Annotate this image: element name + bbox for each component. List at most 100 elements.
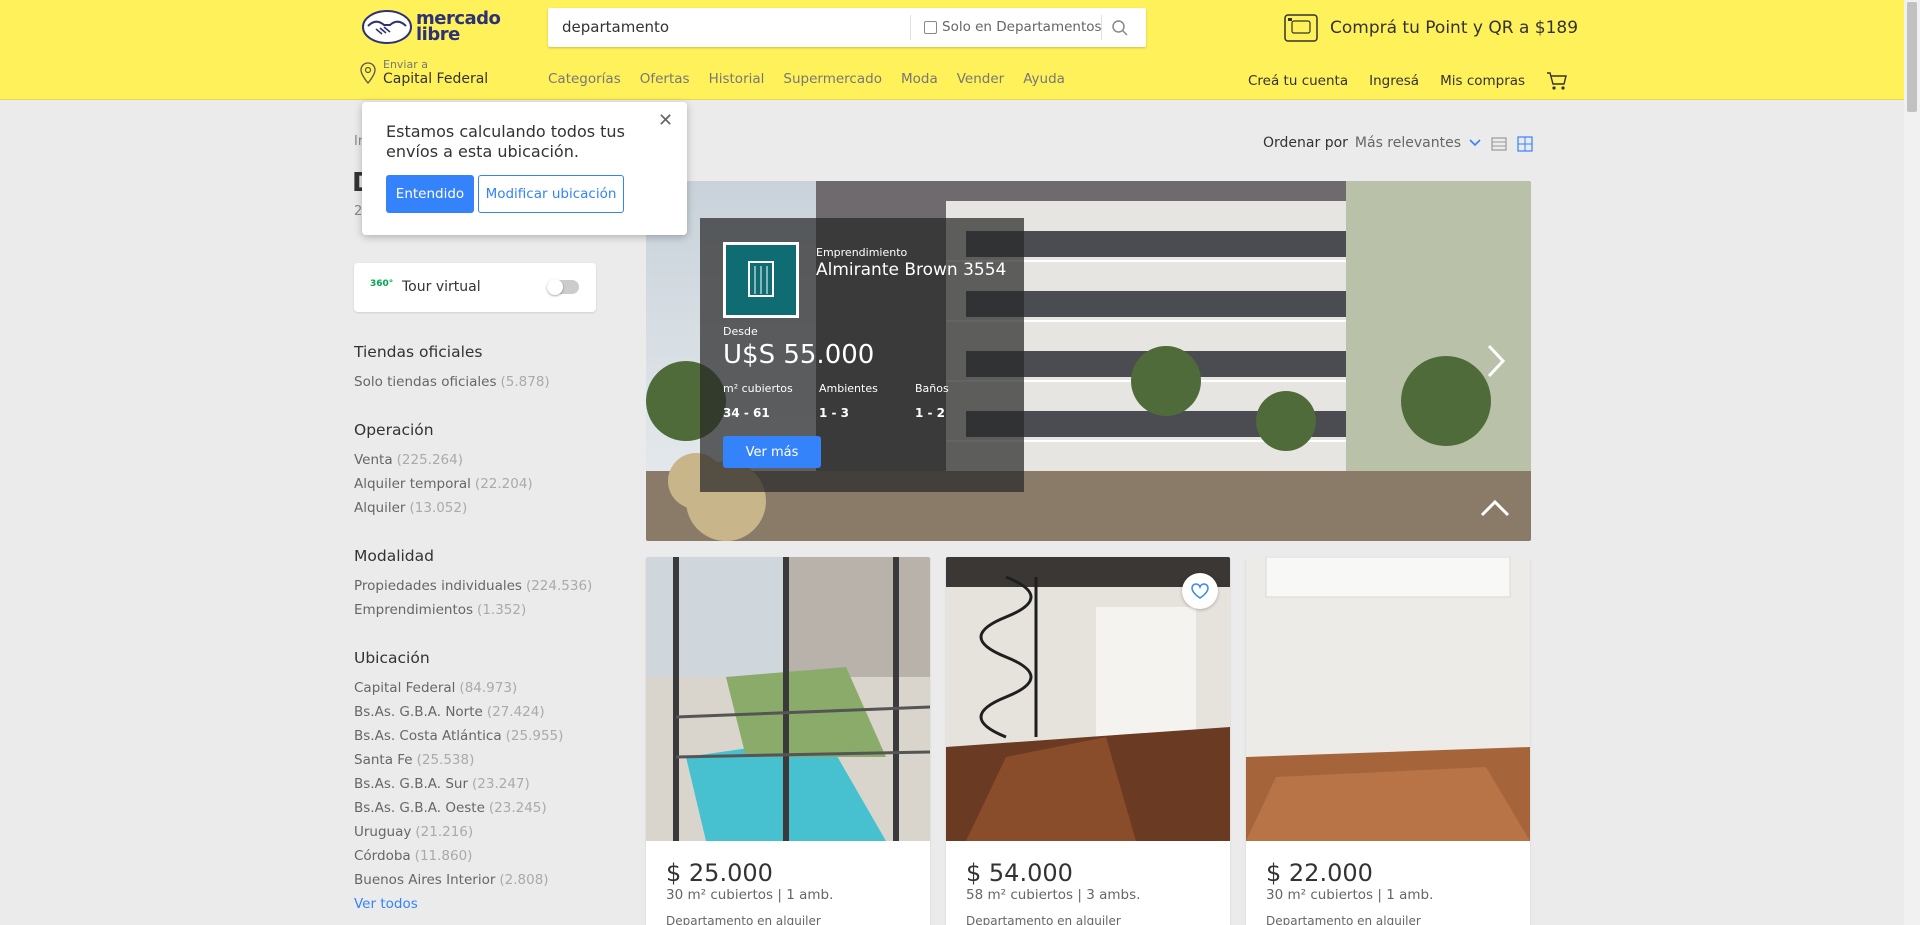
modify-location-button[interactable]: Modificar ubicación bbox=[478, 175, 624, 213]
nav-categorias[interactable]: Categorías bbox=[548, 71, 621, 87]
close-icon[interactable]: ✕ bbox=[658, 110, 673, 131]
filter-item[interactable]: Emprendimientos (1.352) bbox=[354, 598, 592, 622]
divider bbox=[1101, 15, 1102, 40]
development-name[interactable]: Almirante Brown 3554 bbox=[816, 260, 1006, 280]
filter-item[interactable]: Bs.As. G.B.A. Oeste (23.245) bbox=[354, 796, 563, 820]
filter-item-count: (25.955) bbox=[505, 728, 564, 744]
filter-item[interactable]: Bs.As. G.B.A. Sur (23.247) bbox=[354, 772, 563, 796]
filter-item-label[interactable]: Capital Federal bbox=[354, 680, 455, 696]
chevron-up-icon[interactable] bbox=[1480, 499, 1510, 517]
sort-value[interactable]: Más relevantes bbox=[1355, 135, 1461, 151]
brand-wordmark: mercado libre bbox=[416, 8, 501, 45]
filter-item-count: (22.204) bbox=[474, 476, 533, 492]
listing-card[interactable]: $ 25.000 30 m² cubiertos | 1 amb. Depart… bbox=[646, 557, 930, 925]
sort-control[interactable]: Ordenar por Más relevantes bbox=[1263, 135, 1481, 151]
listing-photo bbox=[1246, 557, 1530, 841]
location-value[interactable]: Capital Federal bbox=[383, 71, 488, 87]
filter-group-title: Ubicación bbox=[354, 649, 430, 667]
nav-historial[interactable]: Historial bbox=[709, 71, 765, 87]
filter-item-label[interactable]: Bs.As. G.B.A. Sur bbox=[354, 776, 468, 792]
sort-label: Ordenar por bbox=[1263, 135, 1348, 151]
filter-item-label[interactable]: Emprendimientos bbox=[354, 602, 473, 618]
filter-item[interactable]: Córdoba (11.860) bbox=[354, 844, 563, 868]
virtual-tour-filter[interactable]: 360° Tour virtual bbox=[354, 263, 596, 312]
filter-item-count: (5.878) bbox=[500, 374, 550, 390]
cart-icon[interactable] bbox=[1546, 71, 1568, 91]
nav-vender[interactable]: Vender bbox=[957, 71, 1004, 87]
filter-item-count: (21.216) bbox=[415, 824, 474, 840]
filter-item-label[interactable]: Venta bbox=[354, 452, 393, 468]
chevron-right-icon[interactable] bbox=[1486, 344, 1506, 378]
listing-rooms: 3 ambs. bbox=[1086, 887, 1141, 903]
promo-banner[interactable]: Comprá tu Point y QR a $189 bbox=[1284, 13, 1578, 43]
listing-price: $ 22.000 bbox=[1266, 859, 1373, 887]
filter-item-count: (2.808) bbox=[499, 872, 549, 888]
filter-item-label[interactable]: Solo tiendas oficiales bbox=[354, 374, 497, 390]
development-kind: Emprendimiento bbox=[816, 246, 908, 259]
filter-item-label[interactable]: Buenos Aires Interior bbox=[354, 872, 495, 888]
chevron-down-icon[interactable] bbox=[1469, 139, 1481, 147]
listing-kind: Departamento en alquiler bbox=[966, 914, 1121, 925]
filter-item[interactable]: Capital Federal (84.973) bbox=[354, 676, 563, 700]
see-more-button[interactable]: Ver más bbox=[723, 436, 821, 468]
stat-value: 1 - 2 bbox=[915, 406, 946, 420]
filter-item-label[interactable]: Alquiler temporal bbox=[354, 476, 471, 492]
virtual-tour-toggle[interactable] bbox=[547, 279, 579, 295]
handshake-logo-icon bbox=[362, 10, 412, 44]
listing-area: 58 m² cubiertos bbox=[966, 887, 1074, 903]
filter-item[interactable]: Buenos Aires Interior (2.808) bbox=[354, 868, 563, 892]
create-account-link[interactable]: Creá tu cuenta bbox=[1248, 73, 1348, 89]
filter-item-label[interactable]: Córdoba bbox=[354, 848, 411, 864]
listing-card[interactable]: $ 54.000 58 m² cubiertos | 3 ambs. Depar… bbox=[946, 557, 1230, 925]
filter-item-label[interactable]: Propiedades individuales bbox=[354, 578, 522, 594]
nav-supermercado[interactable]: Supermercado bbox=[783, 71, 882, 87]
filter-item[interactable]: Bs.As. Costa Atlántica (25.955) bbox=[354, 724, 563, 748]
filter-item-label[interactable]: Uruguay bbox=[354, 824, 411, 840]
tour-360-icon: 360° bbox=[370, 279, 394, 289]
promo-text[interactable]: Comprá tu Point y QR a $189 bbox=[1330, 18, 1578, 38]
page-scrollbar[interactable] bbox=[1904, 0, 1920, 925]
favorite-button[interactable] bbox=[1182, 573, 1218, 609]
search-input[interactable]: departamento bbox=[562, 18, 669, 36]
search-bar[interactable]: departamento Solo en Departamentos bbox=[548, 8, 1146, 47]
filter-item-label[interactable]: Alquiler bbox=[354, 500, 405, 516]
stat-label: Ambientes bbox=[819, 382, 878, 395]
filter-item-label[interactable]: Bs.As. Costa Atlántica bbox=[354, 728, 502, 744]
filter-item[interactable]: Venta (225.264) bbox=[354, 448, 533, 472]
filter-item-count: (11.860) bbox=[414, 848, 473, 864]
nav-ofertas[interactable]: Ofertas bbox=[640, 71, 690, 87]
category-filter-label[interactable]: Solo en Departamentos bbox=[942, 19, 1102, 35]
filter-item-label[interactable]: Santa Fe bbox=[354, 752, 413, 768]
filter-item[interactable]: Solo tiendas oficiales (5.878) bbox=[354, 370, 550, 394]
list-view-icon[interactable] bbox=[1491, 136, 1507, 152]
search-icon[interactable] bbox=[1111, 19, 1129, 37]
virtual-tour-label: Tour virtual bbox=[402, 279, 481, 295]
heart-icon bbox=[1191, 583, 1209, 599]
filter-item[interactable]: Uruguay (21.216) bbox=[354, 820, 563, 844]
filter-item[interactable]: Alquiler temporal (22.204) bbox=[354, 472, 533, 496]
listing-card[interactable]: $ 22.000 30 m² cubiertos | 1 amb. Depart… bbox=[1246, 557, 1530, 925]
filter-item[interactable]: Santa Fe (25.538) bbox=[354, 748, 563, 772]
filter-item-label[interactable]: Bs.As. G.B.A. Norte bbox=[354, 704, 483, 720]
filter-item[interactable]: Propiedades individuales (224.536) bbox=[354, 574, 592, 598]
listing-area: 30 m² cubiertos bbox=[666, 887, 774, 903]
scrollbar-thumb[interactable] bbox=[1907, 2, 1917, 112]
filter-item[interactable]: Alquiler (13.052) bbox=[354, 496, 533, 520]
filter-item-count: (13.052) bbox=[409, 500, 468, 516]
featured-development-banner[interactable]: Emprendimiento Almirante Brown 3554 Desd… bbox=[646, 181, 1531, 541]
my-purchases-link[interactable]: Mis compras bbox=[1440, 73, 1525, 89]
nav-ayuda[interactable]: Ayuda bbox=[1023, 71, 1065, 87]
login-link[interactable]: Ingresá bbox=[1369, 73, 1419, 89]
listing-attributes: 30 m² cubiertos | 1 amb. bbox=[1266, 887, 1434, 903]
mercadolibre-logo[interactable]: mercado libre bbox=[362, 9, 502, 45]
filter-group-title: Operación bbox=[354, 421, 434, 439]
filter-item[interactable]: Bs.As. G.B.A. Norte (27.424) bbox=[354, 700, 563, 724]
understood-button[interactable]: Entendido bbox=[386, 175, 474, 213]
category-filter-checkbox[interactable] bbox=[924, 21, 937, 34]
stat-value: 34 - 61 bbox=[723, 406, 770, 420]
nav-moda[interactable]: Moda bbox=[901, 71, 938, 87]
see-all-link[interactable]: Ver todos bbox=[354, 892, 563, 916]
filter-item-label[interactable]: Bs.As. G.B.A. Oeste bbox=[354, 800, 485, 816]
grid-view-icon[interactable] bbox=[1517, 136, 1533, 152]
filter-item-count: (225.264) bbox=[396, 452, 463, 468]
